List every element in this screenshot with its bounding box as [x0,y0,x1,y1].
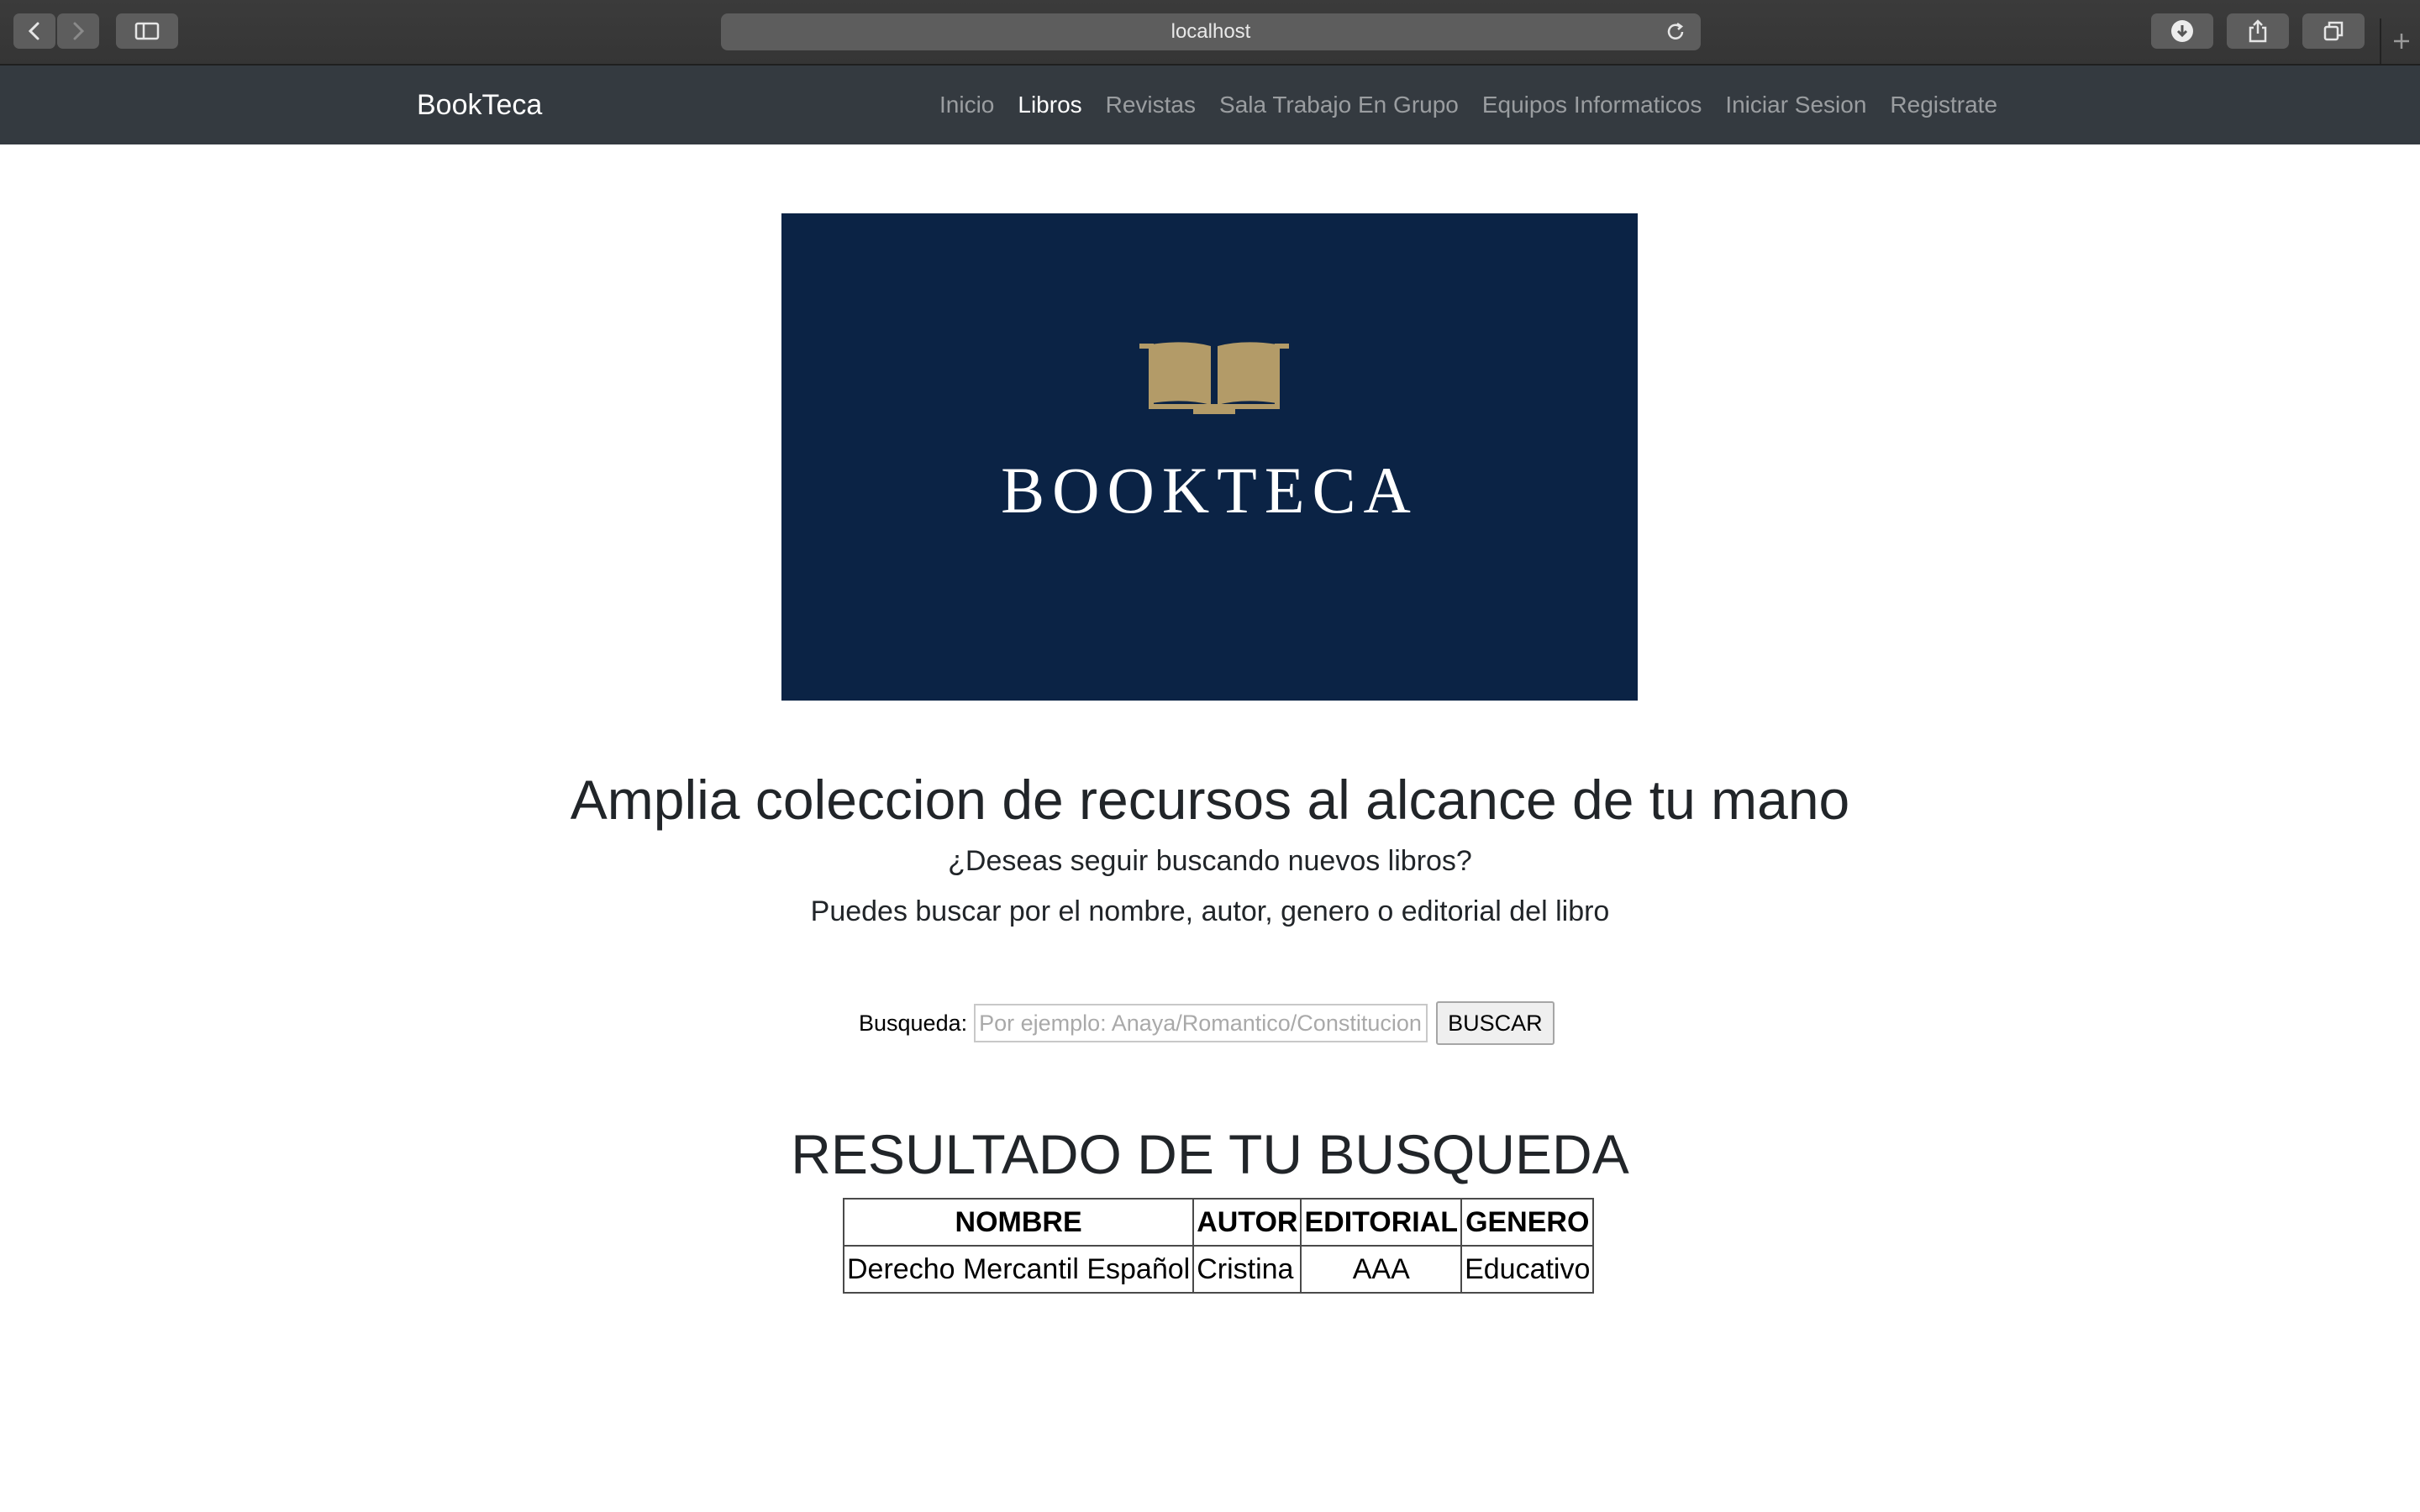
nav-inicio[interactable]: Inicio [928,92,1006,118]
reload-icon[interactable] [1664,20,1687,50]
nav-sala-trabajo[interactable]: Sala Trabajo En Grupo [1207,92,1470,118]
cell-nombre: Derecho Mercantil Español [842,1245,1195,1294]
sidebar-icon [134,22,160,40]
column-header-editorial: EDITORIAL [1300,1198,1463,1247]
share-button[interactable] [2227,13,2289,49]
cell-editorial: AAA [1300,1245,1463,1294]
hero-question: ¿Deseas seguir buscando nuevos libros? [948,845,1472,877]
open-book-icon [1139,342,1289,414]
hero-hint: Puedes buscar por el nombre, autor, gene… [810,895,1610,927]
column-header-genero: GENERO [1460,1198,1595,1247]
downloads-button[interactable] [2151,13,2213,49]
site-navbar: BookTeca Inicio Libros Revistas Sala Tra… [0,66,2420,144]
bookteca-banner: BOOKTECA [781,213,1638,701]
tabs-icon [2323,21,2344,41]
nav-links: Inicio Libros Revistas Sala Trabajo En G… [928,66,2009,144]
search-form: Busqueda: BUSCAR [859,1001,1555,1045]
address-bar[interactable]: localhost [721,13,1701,50]
nav-equipos-informaticos[interactable]: Equipos Informaticos [1470,92,1713,118]
nav-revistas[interactable]: Revistas [1094,92,1207,118]
tabs-overview-button[interactable] [2302,13,2365,49]
table-row: Derecho Mercantil Español Cristina AAA E… [842,1245,1595,1294]
sidebar-button[interactable] [116,13,178,49]
new-tab-button[interactable] [2380,18,2420,64]
column-header-nombre: NOMBRE [842,1198,1195,1247]
table-header-row: NOMBRE AUTOR EDITORIAL GENERO [842,1198,1595,1247]
site-brand[interactable]: BookTeca [417,66,542,144]
forward-button[interactable] [57,13,99,49]
search-button[interactable]: BUSCAR [1436,1001,1555,1045]
download-icon [2171,20,2193,42]
hero-title: Amplia coleccion de recursos al alcance … [570,769,1850,831]
url-text: localhost [1171,20,1251,43]
cell-autor: Cristina [1192,1245,1302,1294]
browser-toolbar: localhost [0,0,2420,66]
results-title: RESULTADO DE TU BUSQUEDA [791,1123,1629,1185]
share-icon [2249,19,2267,43]
cell-genero: Educativo [1460,1245,1595,1294]
results-table: NOMBRE AUTOR EDITORIAL GENERO Derecho Me… [842,1198,1595,1294]
chevron-right-icon [73,22,85,40]
column-header-autor: AUTOR [1192,1198,1302,1247]
chevron-left-icon [28,22,39,40]
back-button[interactable] [13,13,55,49]
nav-registrate[interactable]: Registrate [1878,92,2009,118]
nav-libros[interactable]: Libros [1006,92,1093,118]
bookteca-logo-text: BOOKTECA [1001,454,1418,527]
nav-iniciar-sesion[interactable]: Iniciar Sesion [1713,92,1878,118]
search-input[interactable] [974,1004,1428,1042]
search-label: Busqueda: [859,1010,968,1036]
plus-icon [2394,34,2409,49]
